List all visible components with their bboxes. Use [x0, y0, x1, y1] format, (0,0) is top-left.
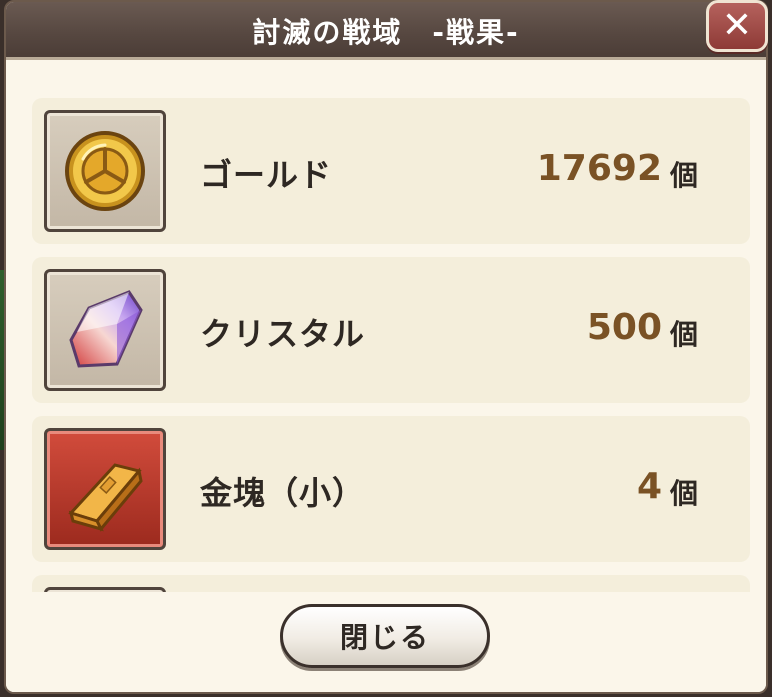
reward-list[interactable]: ゴールド 17692 個 クリスタル 500 個 金塊（小） 4 個 [32, 98, 750, 592]
dialog-title: 討滅の戦域 -戦果- [252, 16, 520, 49]
title-bar: 討滅の戦域 -戦果- [6, 2, 766, 60]
close-button-label: 閉じる [339, 621, 430, 654]
reward-name: 金塊（小） [200, 474, 366, 512]
reward-quantity: 500 [586, 307, 662, 348]
close-dialog-button[interactable]: ✕ [706, 0, 768, 52]
reward-name: クリスタル [200, 315, 366, 353]
close-x-icon: ✕ [721, 5, 753, 46]
reward-icon-frame [44, 269, 166, 391]
reward-row-gold: ゴールド 17692 個 [32, 98, 750, 244]
results-dialog: 討滅の戦域 -戦果- ゴールド 17692 個 クリスタル 500 個 金塊（小… [4, 0, 768, 694]
gold-coin-icon [65, 131, 145, 211]
reward-unit: 個 [669, 318, 698, 351]
reward-row-gold-bar: 金塊（小） 4 個 [32, 416, 750, 562]
reward-quantity: 4 [636, 466, 662, 507]
crystal-icon [69, 290, 143, 368]
reward-name: ゴールド [200, 156, 333, 194]
reward-unit: 個 [669, 159, 698, 192]
reward-icon-frame [44, 428, 166, 550]
reward-unit: 個 [669, 477, 698, 510]
reward-row-partial [32, 575, 750, 592]
reward-quantity: 17692 [536, 148, 662, 189]
reward-row-crystal: クリスタル 500 個 [32, 257, 750, 403]
reward-icon-frame [44, 110, 166, 232]
close-button[interactable]: 閉じる [280, 604, 490, 668]
gold-bar-icon [68, 463, 143, 532]
